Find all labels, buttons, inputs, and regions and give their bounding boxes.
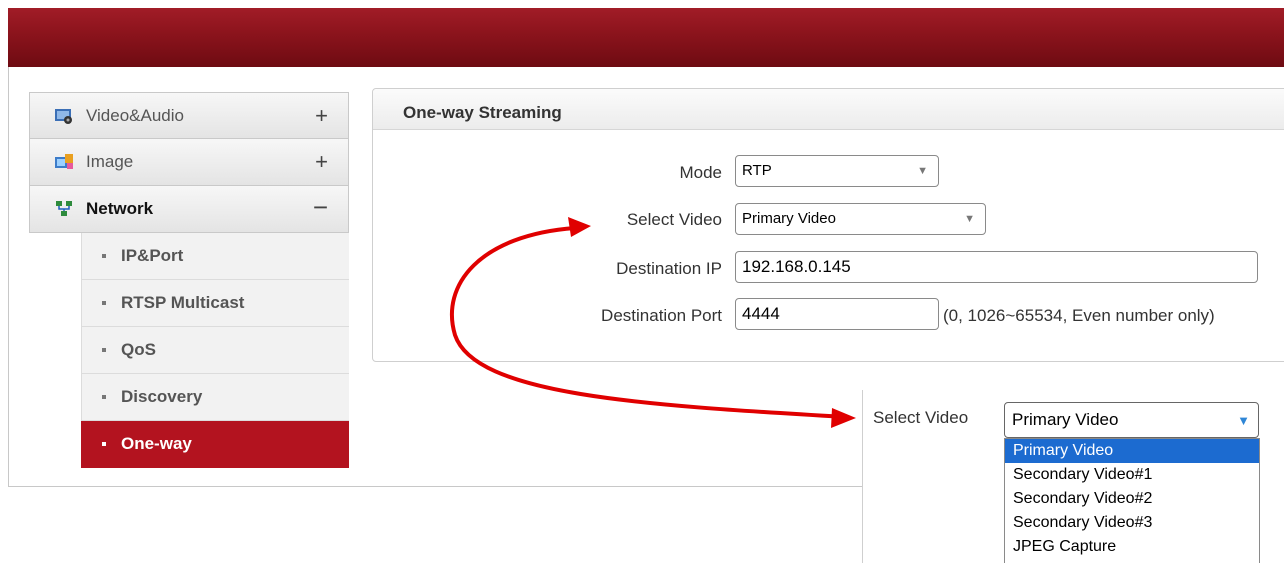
annotation-arrow-line — [449, 226, 846, 419]
arrow-head-icon — [831, 408, 856, 428]
arrow-head-icon — [568, 217, 591, 237]
annotation-arrow — [449, 217, 856, 428]
